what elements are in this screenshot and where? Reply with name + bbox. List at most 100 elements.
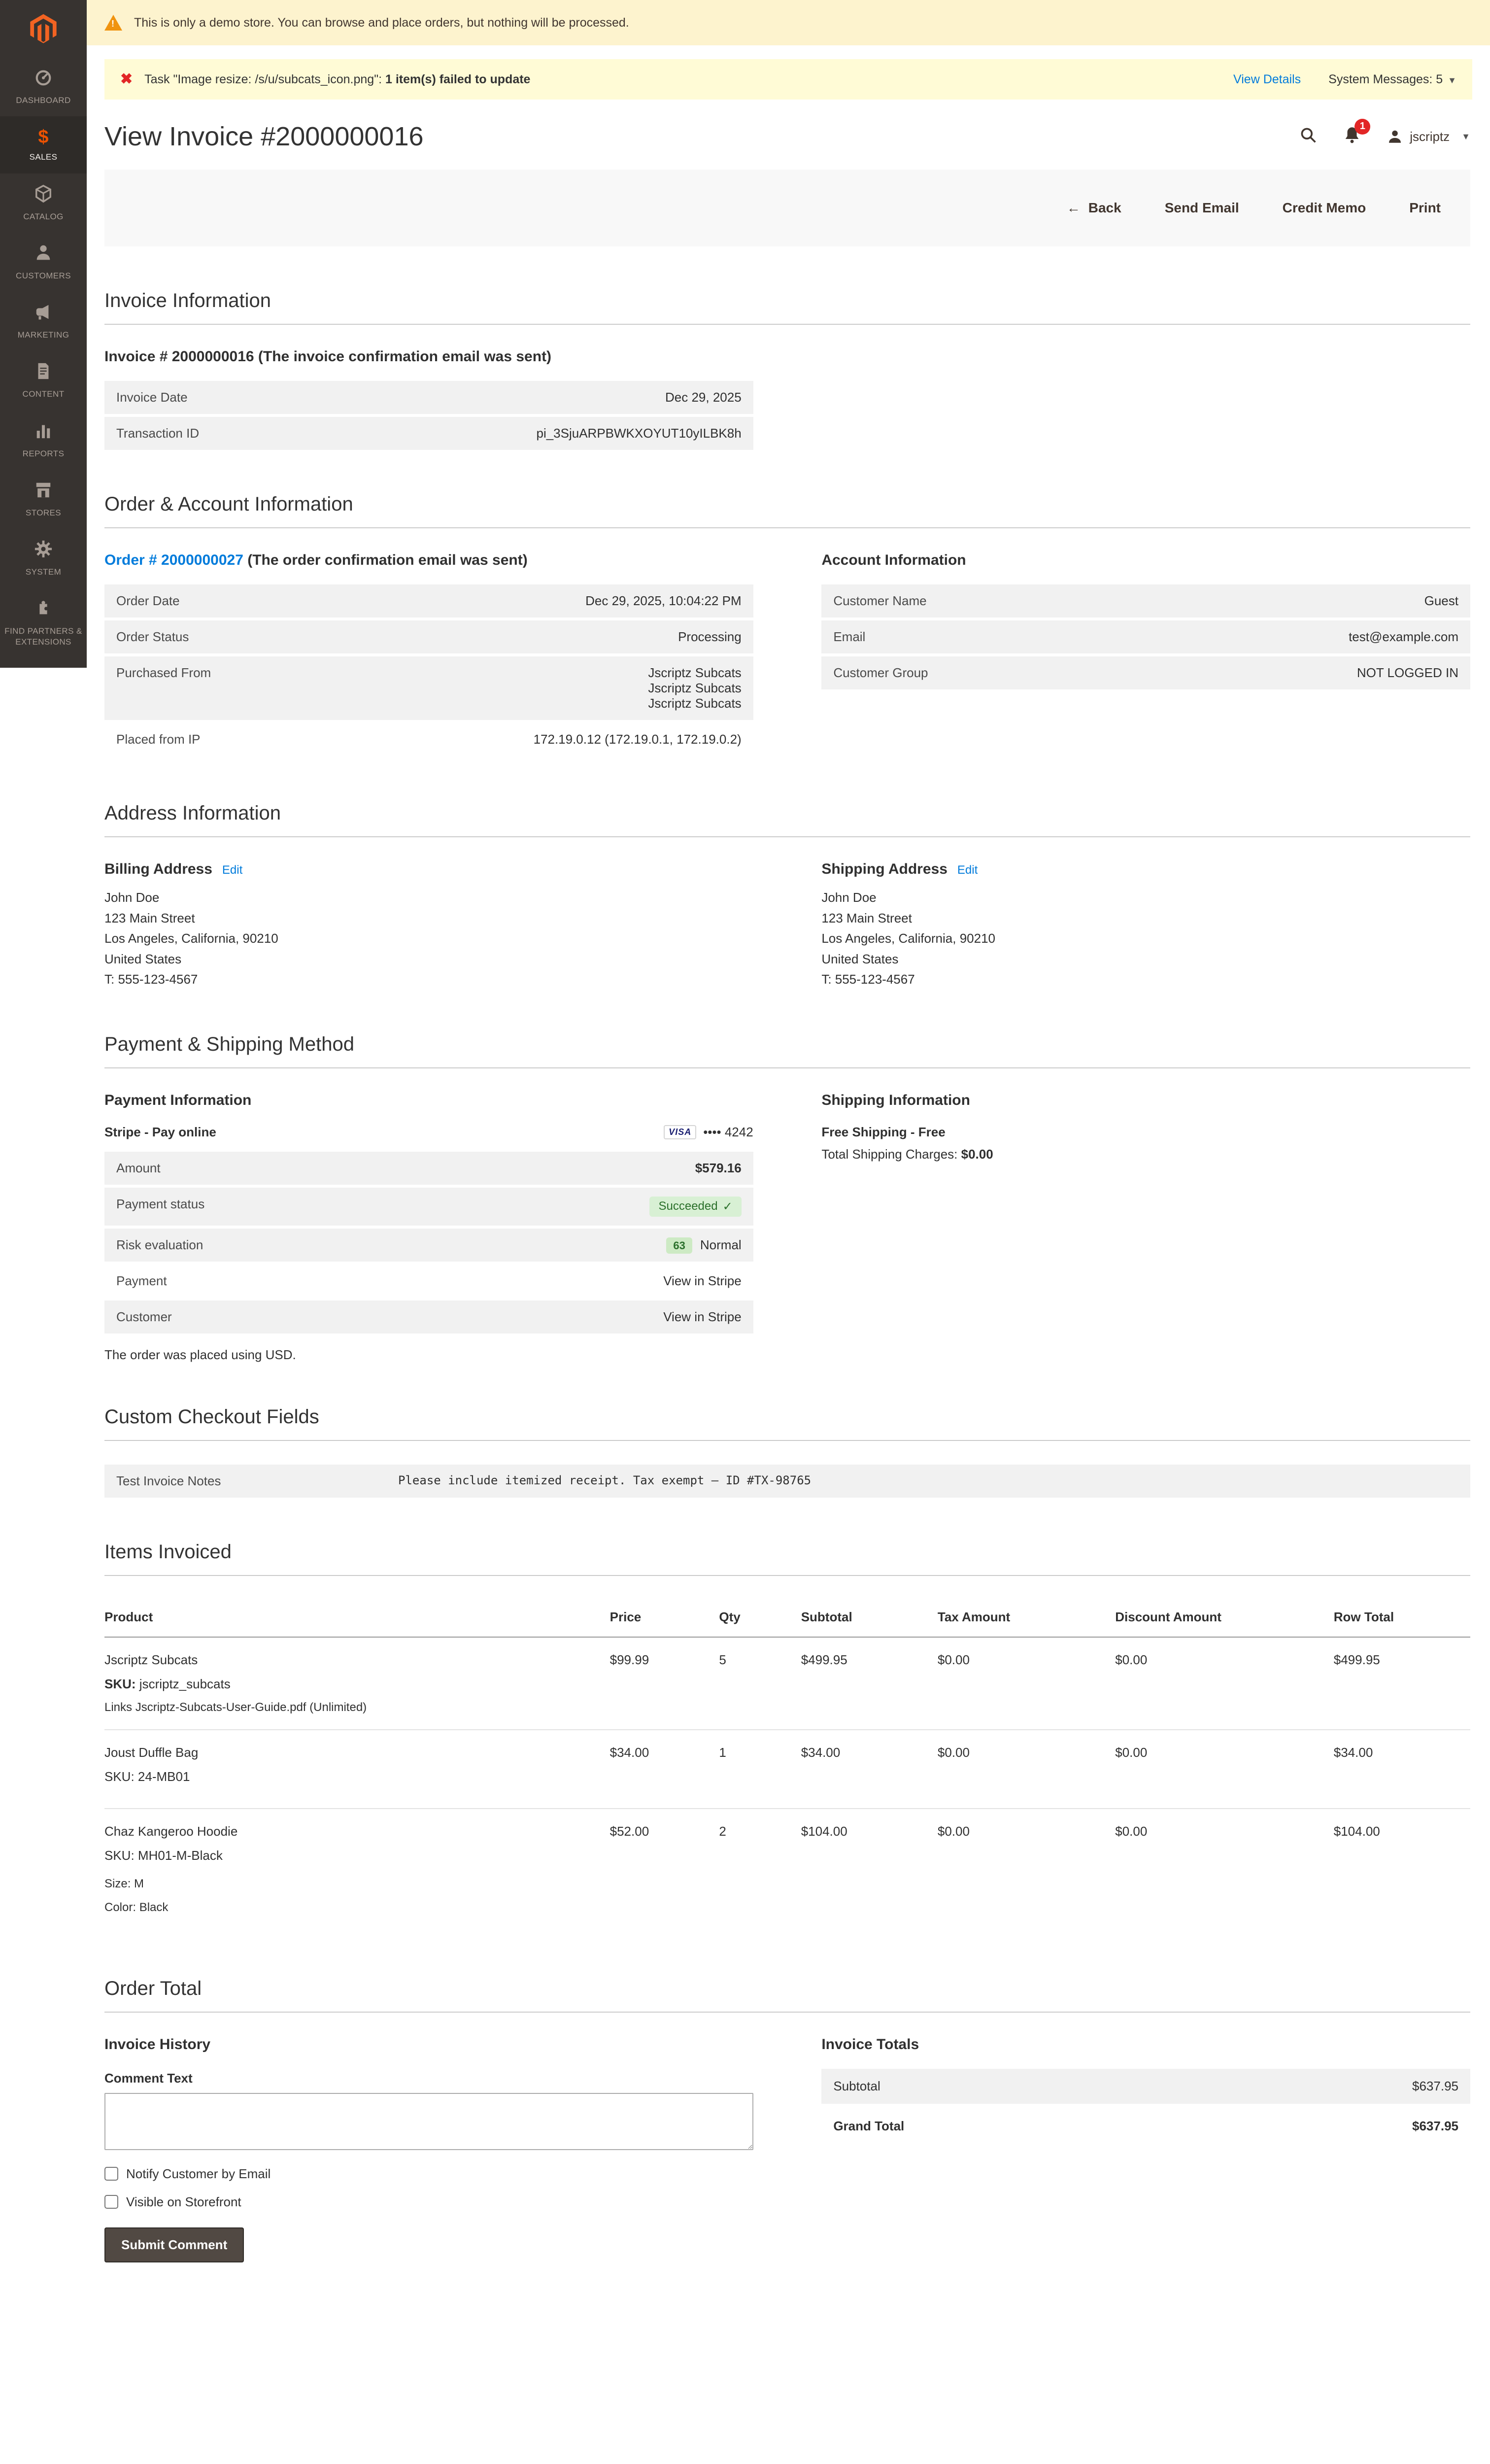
warning-icon: ! <box>104 15 122 31</box>
notify-customer-label: Notify Customer by Email <box>126 2166 271 2181</box>
sidebar-item-sales[interactable]: $ SALES <box>0 116 87 173</box>
row-label: Transaction ID <box>116 426 200 441</box>
sidebar-item-label: CONTENT <box>22 389 65 399</box>
column-header: Price <box>610 1599 719 1638</box>
visible-storefront-checkbox[interactable] <box>104 2195 118 2209</box>
sidebar-item-customers[interactable]: CUSTOMERS <box>0 233 87 292</box>
column-header: Discount Amount <box>1115 1599 1334 1638</box>
sidebar-item-label: SYSTEM <box>25 567 62 577</box>
product-sku: SKU: MH01-M-Black <box>104 1848 223 1863</box>
back-button[interactable]: ← Back <box>1067 200 1121 216</box>
account-information-title: Account Information <box>821 552 966 568</box>
notifications-button[interactable]: 1 <box>1343 118 1371 148</box>
sidebar-item-label: REPORTS <box>22 448 65 458</box>
price-cell: $99.99 <box>610 1637 719 1730</box>
row-value: $579.16 <box>695 1160 742 1175</box>
view-customer-in-stripe-link[interactable]: View in Stripe <box>663 1309 742 1325</box>
page-header: View Invoice #2000000016 1 jscriptz ▼ <box>87 100 1490 170</box>
product-cell: Jscriptz Subcats SKU: jscriptz_subcats L… <box>104 1637 610 1730</box>
row-label: Subtotal <box>833 2078 880 2093</box>
order-number-link[interactable]: Order # 2000000027 <box>104 552 243 568</box>
magento-logo[interactable] <box>0 0 87 57</box>
payment-method-name: Stripe - Pay online <box>104 1124 216 1139</box>
qty-cell: 1 <box>719 1729 801 1809</box>
demo-store-banner: ! This is only a demo store. You can bro… <box>87 0 1490 45</box>
sidebar-item-reports[interactable]: REPORTS <box>0 411 87 470</box>
sidebar-item-dashboard[interactable]: DASHBOARD <box>0 57 87 116</box>
product-cell: Chaz Kangeroo Hoodie SKU: MH01-M-Black S… <box>104 1809 610 1934</box>
risk-score-badge: 63 <box>666 1237 692 1254</box>
table-row: Joust Duffle Bag SKU: 24-MB01 $34.00 1 $… <box>104 1729 1470 1809</box>
view-payment-in-stripe-link[interactable]: View in Stripe <box>663 1273 742 1289</box>
table-row: Order Status Processing <box>104 620 753 653</box>
sidebar-item-find-partners[interactable]: FIND PARTNERS & EXTENSIONS <box>0 588 87 658</box>
column-header: Qty <box>719 1599 801 1638</box>
action-toolbar: ← Back Send Email Credit Memo Print <box>104 170 1470 246</box>
subtotal-cell: $104.00 <box>801 1823 847 1839</box>
system-messages-toggle[interactable]: System Messages: 5 ▼ <box>1328 72 1456 87</box>
row-label: Placed from IP <box>116 732 201 747</box>
table-row: Placed from IP 172.19.0.12 (172.19.0.1, … <box>104 723 753 756</box>
search-icon[interactable] <box>1299 126 1317 147</box>
magento-logo-icon <box>30 14 57 43</box>
custom-checkout-fields-section: Custom Checkout Fields Test Invoice Note… <box>104 1406 1470 1498</box>
send-email-button[interactable]: Send Email <box>1165 200 1239 216</box>
table-row: Amount $579.16 <box>104 1151 753 1185</box>
price-cell: $52.00 <box>610 1823 649 1839</box>
main-content: ! This is only a demo store. You can bro… <box>87 0 1490 2302</box>
print-button[interactable]: Print <box>1409 200 1441 216</box>
edit-billing-address-link[interactable]: Edit <box>222 863 242 877</box>
account-menu[interactable]: jscriptz ▼ <box>1387 129 1470 144</box>
table-row: Purchased From Jscriptz Subcats Jscriptz… <box>104 656 753 720</box>
credit-memo-button[interactable]: Credit Memo <box>1283 200 1366 216</box>
edit-shipping-address-link[interactable]: Edit <box>957 863 978 877</box>
row-label: Amount <box>116 1160 161 1175</box>
order-account-section: Order & Account Information Order # 2000… <box>104 493 1470 759</box>
sidebar-item-label: STORES <box>26 508 61 517</box>
section-title: Order Total <box>104 1978 1470 2013</box>
row-label: Purchased From <box>116 665 211 680</box>
payment-method-row: Stripe - Pay online VISA •••• 4242 <box>104 1125 753 1140</box>
sidebar-item-system[interactable]: SYSTEM <box>0 529 87 588</box>
partners-icon <box>34 599 53 621</box>
invoice-totals-title: Invoice Totals <box>821 2036 919 2053</box>
product-sku: SKU: 24-MB01 <box>104 1769 190 1784</box>
row-value: Dec 29, 2025 <box>665 390 742 405</box>
view-details-link[interactable]: View Details <box>1233 72 1301 87</box>
product-name: Joust Duffle Bag <box>104 1745 199 1760</box>
sidebar-item-label: FIND PARTNERS & EXTENSIONS <box>4 626 82 647</box>
comment-textarea[interactable] <box>104 2092 753 2150</box>
invoice-history-title: Invoice History <box>104 2036 211 2053</box>
content-icon <box>34 362 53 384</box>
sidebar-item-catalog[interactable]: CATALOG <box>0 173 87 233</box>
section-title: Order & Account Information <box>104 493 1470 528</box>
row-label: Grand Total <box>833 2118 905 2133</box>
card-last-digits: •••• 4242 <box>703 1124 753 1139</box>
table-row: Customer Group NOT LOGGED IN <box>821 656 1470 689</box>
custom-field-label: Test Invoice Notes <box>116 1473 221 1488</box>
risk-value: Normal <box>700 1237 742 1252</box>
sidebar-item-content[interactable]: CONTENT <box>0 351 87 410</box>
notify-customer-checkbox[interactable] <box>104 2167 118 2181</box>
invoice-history-column: Invoice History Comment Text Notify Cust… <box>104 2036 753 2262</box>
customer-email-link[interactable]: test@example.com <box>1349 629 1458 645</box>
row-label: Invoice Date <box>116 390 188 405</box>
subtotal-row: Subtotal $637.95 <box>821 2068 1470 2104</box>
sidebar-item-marketing[interactable]: MARKETING <box>0 292 87 351</box>
product-sku: SKU: jscriptz_subcats <box>104 1676 231 1691</box>
subtotal-cell: $34.00 <box>801 1729 938 1809</box>
comment-text-label: Comment Text <box>104 2070 193 2086</box>
column-header: Subtotal <box>801 1599 938 1638</box>
row-total-cell: $499.95 <box>1333 1637 1470 1730</box>
custom-field-row: Test Invoice Notes Please include itemiz… <box>104 1464 1470 1498</box>
billing-address-title: Billing Address <box>104 861 212 877</box>
chevron-down-icon: ▼ <box>1448 75 1456 85</box>
submit-comment-button[interactable]: Submit Comment <box>104 2227 244 2262</box>
dashboard-icon <box>34 68 53 90</box>
visa-card-icon: VISA <box>664 1125 697 1139</box>
row-value: Guest <box>1424 593 1458 608</box>
table-row: Jscriptz Subcats SKU: jscriptz_subcats L… <box>104 1637 1470 1730</box>
product-options: Size: M Color: Black <box>104 1877 169 1914</box>
sidebar-item-stores[interactable]: STORES <box>0 470 87 529</box>
order-information-column: Order # 2000000027 (The order confirmati… <box>104 552 753 759</box>
